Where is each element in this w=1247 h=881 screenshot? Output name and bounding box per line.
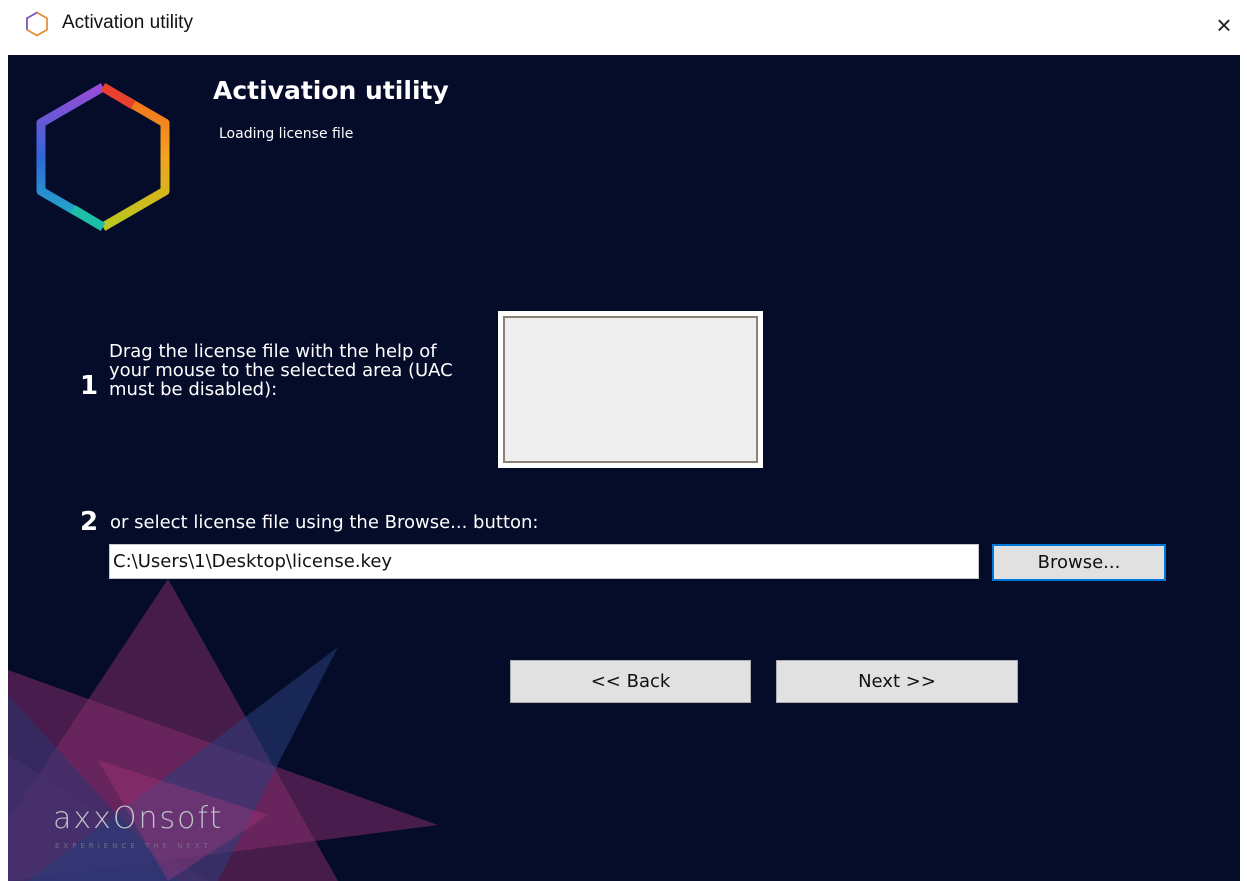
background-decoration xyxy=(8,579,438,881)
browse-button[interactable]: Browse... xyxy=(992,544,1166,581)
back-button[interactable]: << Back xyxy=(510,660,751,703)
brand-logo: axxOnsoft xyxy=(53,801,224,836)
hexagon-logo-icon xyxy=(36,83,170,231)
step-1-number: 1 xyxy=(80,371,99,401)
next-button[interactable]: Next >> xyxy=(776,660,1018,703)
window-title: Activation utility xyxy=(62,12,193,33)
brand-tagline: EXPERIENCE THE NEXT xyxy=(55,842,212,850)
activation-panel: Activation utility Loading license file … xyxy=(8,55,1240,881)
hexagon-icon xyxy=(26,11,48,37)
header-title: Activation utility xyxy=(213,76,449,105)
close-button[interactable]: × xyxy=(1207,8,1241,42)
license-path-input[interactable] xyxy=(109,544,979,579)
header-subtitle: Loading license file xyxy=(219,126,354,142)
step-2-instruction: or select license file using the Browse.… xyxy=(110,512,539,533)
step-2-number: 2 xyxy=(80,507,99,537)
step-1-instruction: Drag the license file with the help of y… xyxy=(109,341,453,400)
title-bar: Activation utility × xyxy=(0,0,1247,55)
drop-area-inner[interactable] xyxy=(503,316,758,463)
license-drop-area[interactable] xyxy=(498,311,763,468)
